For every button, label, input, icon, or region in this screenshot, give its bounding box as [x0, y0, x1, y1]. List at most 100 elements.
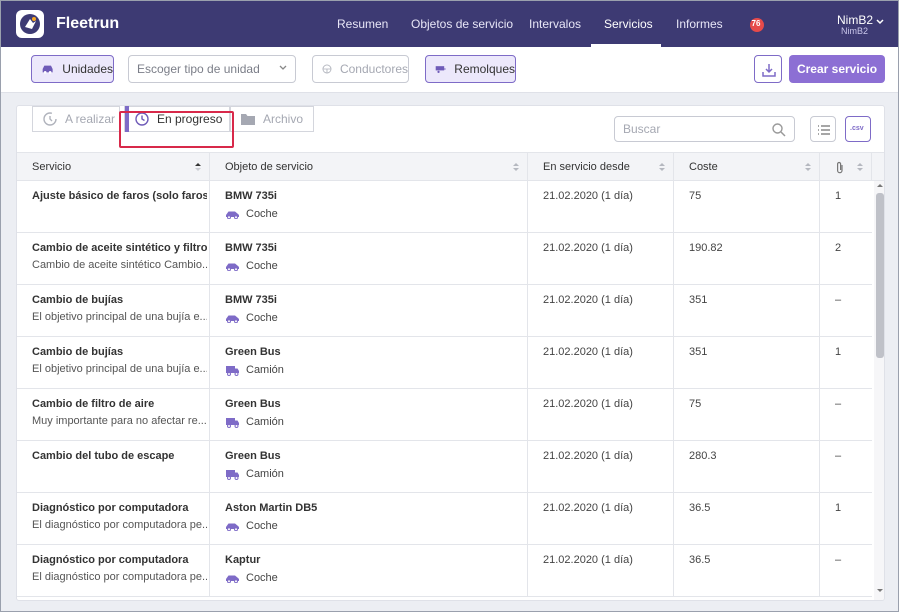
column-header-servicio[interactable]: Servicio	[17, 153, 210, 181]
nav-item-resumen[interactable]: Resumen	[337, 17, 388, 31]
sort-icon	[805, 163, 811, 171]
in-service-since: 21.02.2020 (1 día)	[543, 242, 633, 254]
csv-export-button[interactable]: .csv	[845, 116, 871, 142]
column-header-objeto[interactable]: Objeto de servicio	[210, 153, 528, 181]
cell-service: Ajuste básico de faros (solo faros ...	[17, 181, 210, 233]
service-object-name[interactable]: Kaptur	[225, 554, 527, 566]
list-view-button[interactable]	[810, 116, 836, 142]
column-header-coste[interactable]: Coste	[674, 153, 820, 181]
tab-a-realizar[interactable]: A realizar	[32, 106, 120, 132]
cell-service-object: Green Bus Camión	[210, 389, 528, 441]
nav-item-intervalos[interactable]: Intervalos	[529, 17, 581, 31]
unit-type-label: Coche	[246, 312, 278, 324]
service-name: Cambio del tubo de escape	[32, 450, 175, 462]
cell-service-object: BMW 735i Coche	[210, 181, 528, 233]
cost-value: 280.3	[689, 450, 717, 462]
service-description: Cambio de aceite sintético Cambio...	[32, 259, 207, 271]
attachment-count: 2	[835, 242, 842, 254]
column-header-attachments[interactable]	[820, 153, 872, 181]
service-name: Diagnóstico por computadora	[32, 554, 189, 566]
table-row[interactable]: Cambio de bujías El objetivo principal de…	[17, 285, 872, 337]
vertical-scrollbar[interactable]	[874, 181, 884, 600]
paperclip-icon	[837, 161, 843, 174]
conductores-label: Conductores	[339, 62, 408, 76]
download-button[interactable]	[754, 55, 782, 83]
unit-type: Coche	[225, 208, 527, 220]
unit-type-label: Camión	[246, 416, 284, 428]
cell-service-object: Aston Martin DB5 Coche	[210, 493, 528, 545]
folder-icon	[241, 114, 255, 125]
top-navigation-bar: Fleetrun Resumen Objetos de servicio Int…	[1, 1, 898, 47]
table-row[interactable]: Diagnóstico por computadora El diagnóstic…	[17, 545, 872, 597]
column-header-en-servicio-desde[interactable]: En servicio desde	[528, 153, 674, 181]
cell-service: Cambio de bujías El objetivo principal de…	[17, 337, 210, 389]
table-header: Servicio Objeto de servicio En servicio …	[17, 152, 884, 181]
column-label: Objeto de servicio	[225, 161, 314, 173]
cell-cost: 280.3	[674, 441, 820, 493]
service-name: Diagnóstico por computadora	[32, 502, 189, 514]
cell-in-service-since: 21.02.2020 (1 día)	[528, 441, 674, 493]
unit-type-label: Coche	[246, 208, 278, 220]
service-description: Muy importante para no afectar re...	[32, 415, 207, 427]
service-object-name[interactable]: BMW 735i	[225, 190, 527, 202]
scroll-up-icon[interactable]	[877, 183, 883, 188]
service-description: El diagnóstico por computadora pe...	[32, 571, 207, 583]
sort-icon	[513, 163, 519, 171]
service-object-name[interactable]: BMW 735i	[225, 294, 527, 306]
cell-cost: 75	[674, 181, 820, 233]
car-icon	[226, 315, 239, 323]
tab-archivo-label: Archivo	[263, 112, 304, 126]
table-row[interactable]: Cambio de aceite sintético y filtro Cambi…	[17, 233, 872, 285]
table-row[interactable]: Cambio de filtro de aire Muy importante p…	[17, 389, 872, 441]
cell-attachments: –	[820, 441, 872, 493]
tab-archivo[interactable]: Archivo	[230, 106, 314, 132]
cost-value: 190.82	[689, 242, 723, 254]
notification-count: 76	[751, 19, 761, 28]
car-icon	[42, 65, 53, 74]
service-name: Cambio de filtro de aire	[32, 398, 155, 410]
services-panel: A realizar En progreso Archivo Buscar .c…	[16, 105, 885, 601]
user-name[interactable]: NimB2	[837, 13, 873, 27]
nav-item-informes[interactable]: Informes	[676, 17, 723, 31]
unit-type-select[interactable]: Escoger tipo de unidad	[128, 55, 296, 83]
scroll-down-icon[interactable]	[877, 588, 883, 593]
in-service-since: 21.02.2020 (1 día)	[543, 398, 633, 410]
user-menu-chevron-icon[interactable]	[876, 19, 884, 25]
service-object-name[interactable]: Green Bus	[225, 346, 527, 358]
table-row[interactable]: Cambio del tubo de escape Green Bus Camión…	[17, 441, 872, 493]
sort-icon	[857, 163, 863, 171]
table-row[interactable]: Ajuste básico de faros (solo faros ... BM…	[17, 181, 872, 233]
service-object-name[interactable]: Green Bus	[225, 450, 527, 462]
in-service-since: 21.02.2020 (1 día)	[543, 502, 633, 514]
cost-value: 36.5	[689, 554, 711, 566]
search-input[interactable]: Buscar	[614, 116, 795, 142]
fleetrun-logo[interactable]	[16, 10, 44, 38]
cell-cost: 36.5	[674, 493, 820, 545]
service-object-name[interactable]: BMW 735i	[225, 242, 527, 254]
table-row[interactable]: Diagnóstico por computadora El diagnóstic…	[17, 493, 872, 545]
attachment-count: –	[835, 294, 842, 306]
table-row[interactable]: Cambio de bujías El objetivo principal de…	[17, 337, 872, 389]
nav-item-servicios[interactable]: Servicios	[604, 17, 653, 31]
attachment-count: 1	[835, 346, 842, 358]
unit-type: Camión	[225, 364, 527, 376]
unit-type-label: Camión	[246, 468, 284, 480]
car-icon	[226, 523, 239, 531]
unidades-button[interactable]: Unidades	[31, 55, 114, 83]
remolques-button[interactable]: Remolques	[425, 55, 516, 83]
nav-item-objetos-de-servicio[interactable]: Objetos de servicio	[411, 17, 513, 31]
service-object-name[interactable]: Green Bus	[225, 398, 527, 410]
car-icon	[226, 575, 239, 583]
create-service-button[interactable]: Crear servicio	[789, 55, 885, 83]
service-description: El objetivo principal de una bujía e...	[32, 363, 207, 375]
cell-cost: 75	[674, 389, 820, 441]
unit-type: Coche	[225, 572, 527, 584]
scrollbar-thumb[interactable]	[876, 193, 884, 358]
in-service-since: 21.02.2020 (1 día)	[543, 450, 633, 462]
conductores-button[interactable]: Conductores	[312, 55, 409, 83]
service-description: El diagnóstico por computadora pe...	[32, 519, 207, 531]
sort-icon	[659, 163, 665, 171]
cost-value: 75	[689, 190, 702, 202]
attachment-count: 1	[835, 190, 842, 202]
service-object-name[interactable]: Aston Martin DB5	[225, 502, 527, 514]
